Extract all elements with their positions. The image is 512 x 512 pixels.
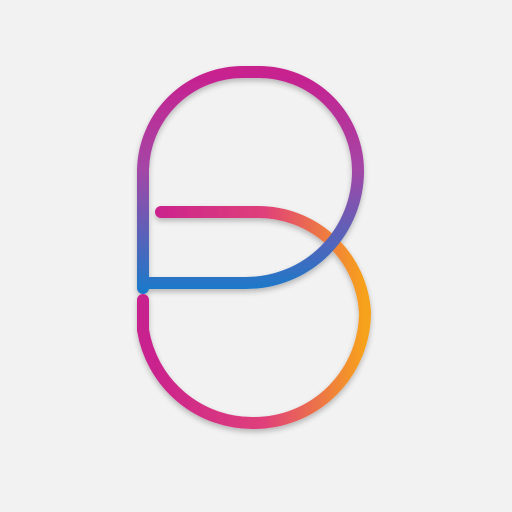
letter-b-logo-icon (137, 66, 371, 430)
app-icon-canvas (0, 0, 512, 512)
logo-upper-bowl (137, 66, 364, 294)
